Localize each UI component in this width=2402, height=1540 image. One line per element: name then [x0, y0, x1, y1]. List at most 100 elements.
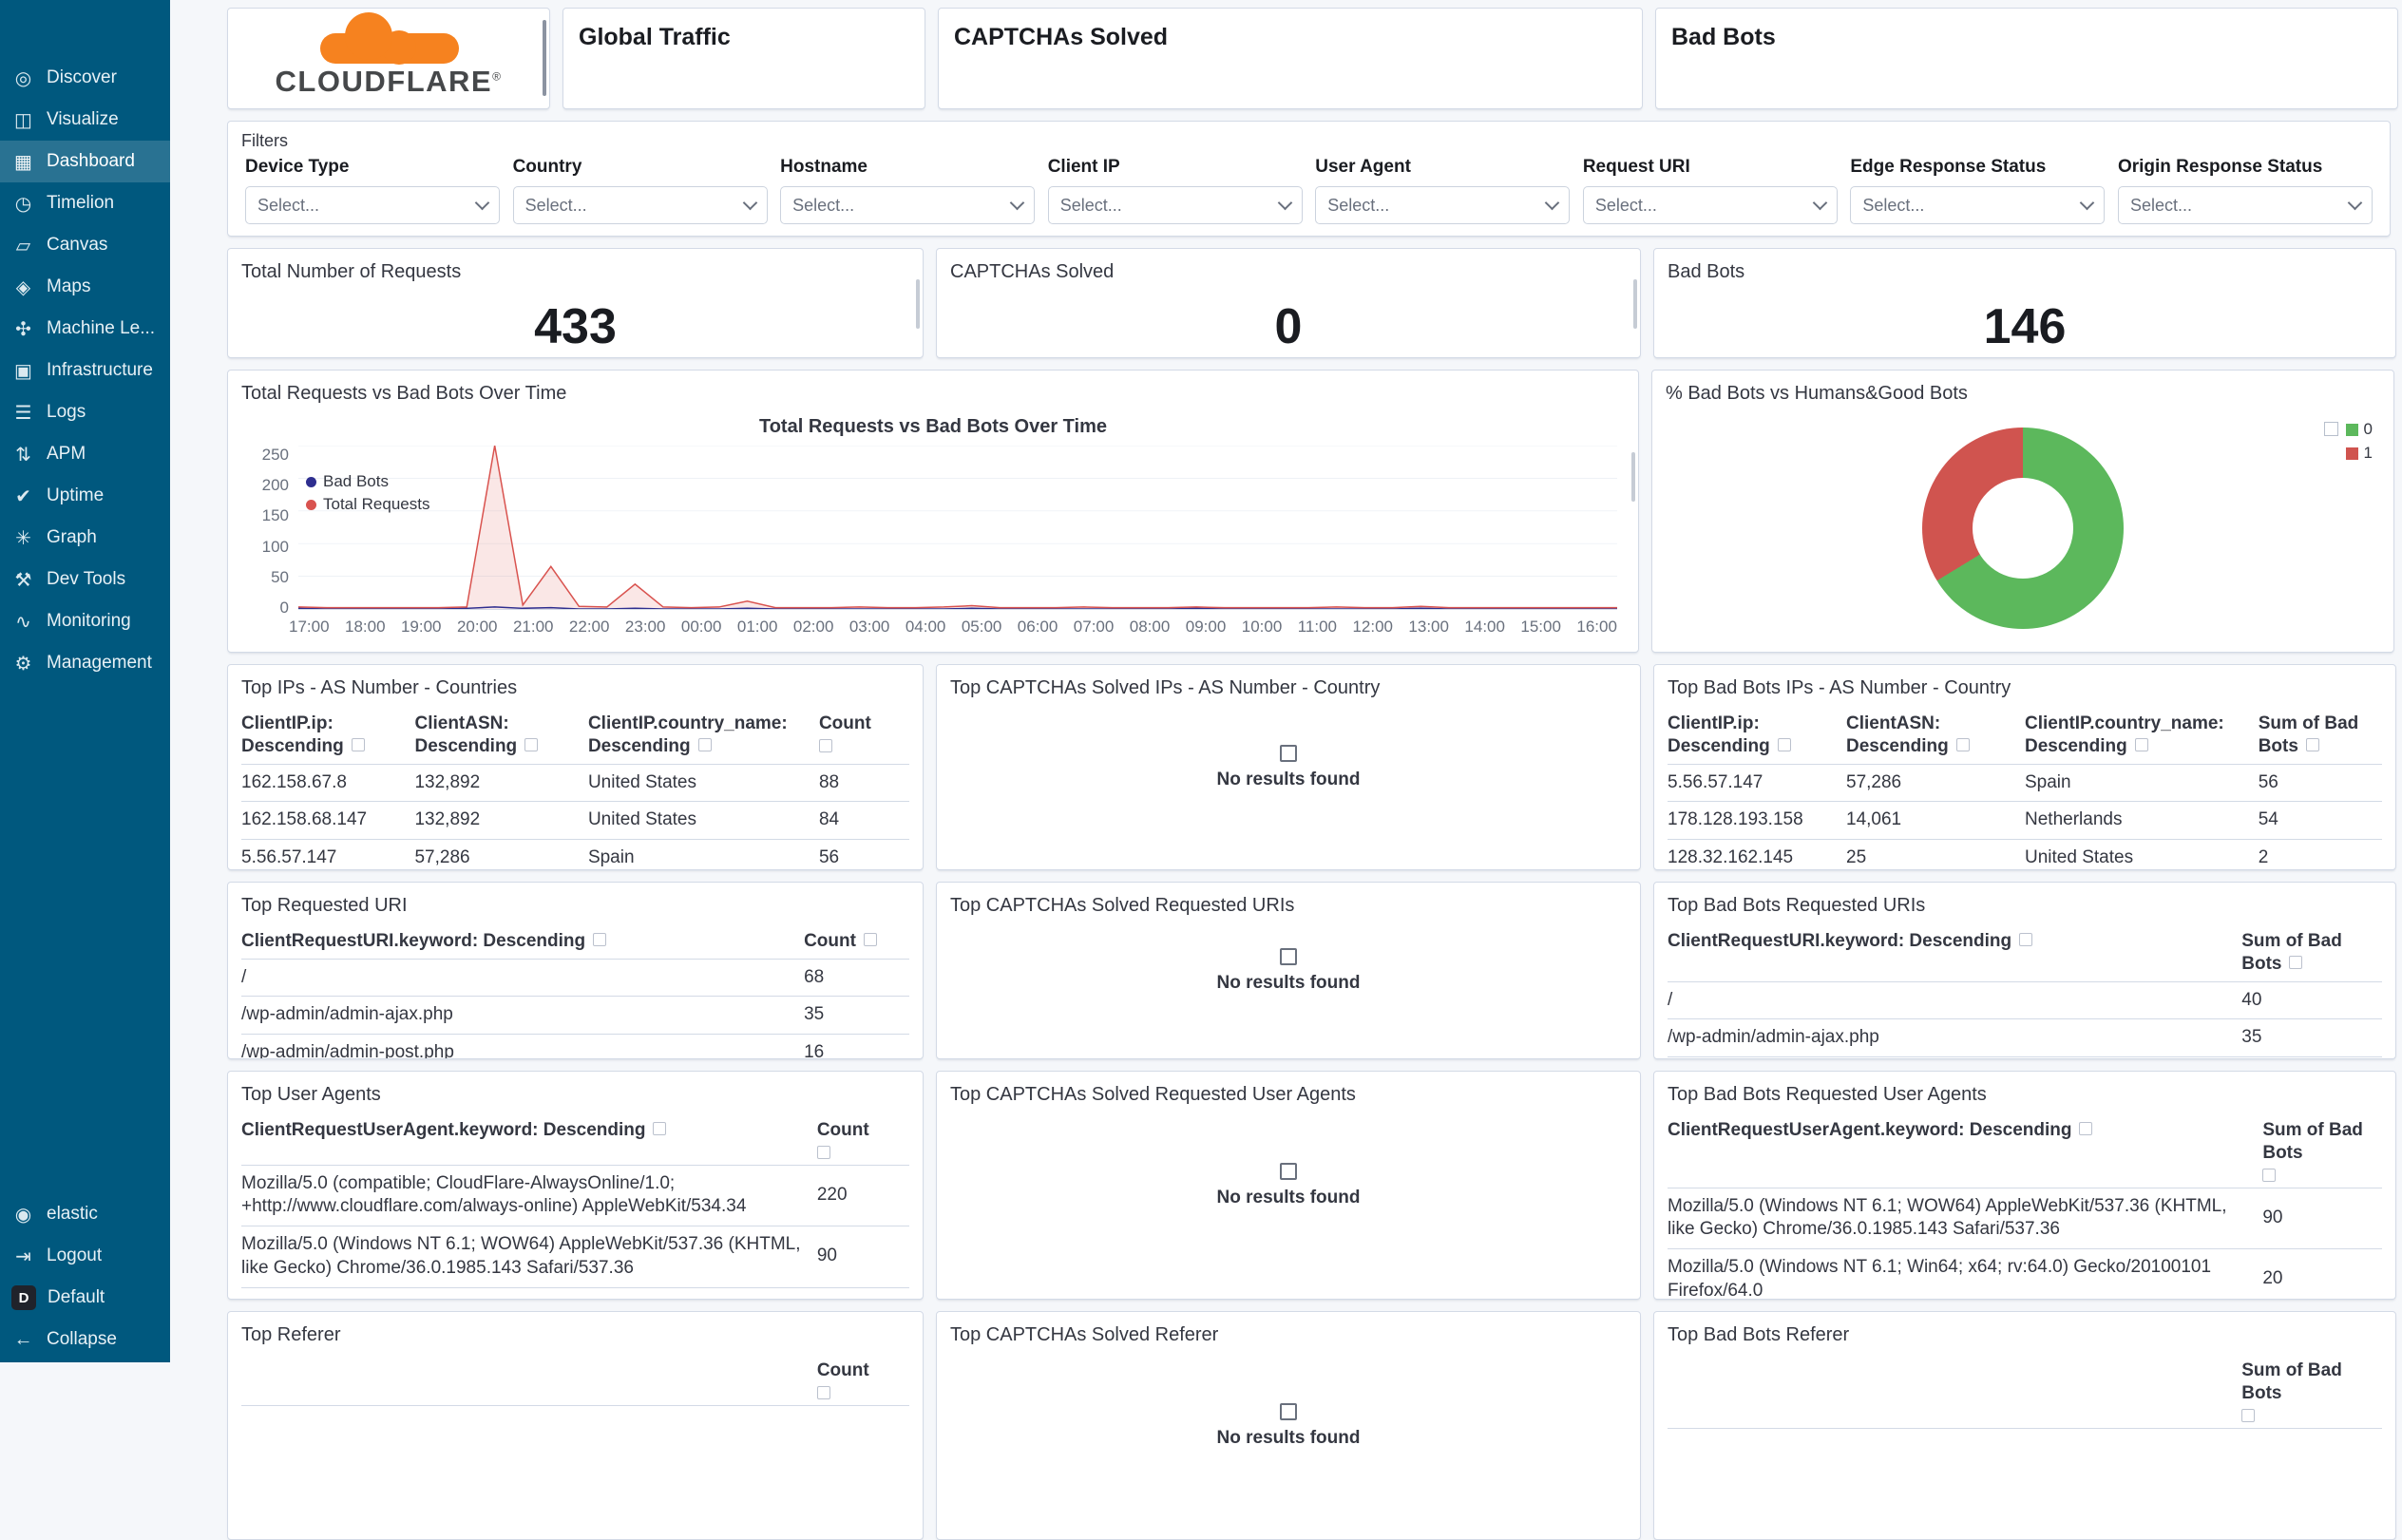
- filter-select[interactable]: Select...: [1047, 186, 1303, 224]
- filter-select[interactable]: Select...: [1315, 186, 1571, 224]
- legend-item[interactable]: 1: [2345, 444, 2373, 463]
- column-header[interactable]: ClientRequestUserAgent.keyword: Descendi…: [241, 1112, 817, 1166]
- filter-label: Country: [512, 157, 582, 177]
- filter-select[interactable]: Select...: [512, 186, 768, 224]
- panel-scrollbar[interactable]: [1631, 452, 1635, 502]
- legend-item[interactable]: Bad Bots: [306, 472, 429, 491]
- column-header[interactable]: Sum of Bad Bots: [2262, 1112, 2382, 1188]
- legend-item[interactable]: 0: [2345, 420, 2373, 439]
- sidebar-item[interactable]: ▱ Canvas: [0, 224, 170, 266]
- column-header[interactable]: [1668, 1352, 2242, 1429]
- column-header[interactable]: ClientIP.country_name: Descending: [2025, 705, 2259, 765]
- sidebar-item[interactable]: ⚒ Dev Tools: [0, 559, 170, 600]
- column-header[interactable]: Count: [818, 705, 909, 765]
- sidebar-item-label: Canvas: [47, 235, 108, 255]
- column-header[interactable]: ClientIP.country_name: Descending: [587, 705, 819, 765]
- sidebar-footer-item[interactable]: D Default: [0, 1277, 170, 1319]
- legend-item[interactable]: Total Requests: [306, 495, 429, 514]
- metric-title: Bad Bots: [1668, 261, 1745, 282]
- donut-ring[interactable]: [1922, 428, 2124, 629]
- sidebar-item[interactable]: ✔ Uptime: [0, 475, 170, 517]
- cell-uri: /wp-admin/admin-ajax.php: [1668, 1018, 2242, 1057]
- legend-toggle-icon[interactable]: [2323, 422, 2338, 436]
- column-header[interactable]: Count: [816, 1112, 909, 1166]
- column-header[interactable]: ClientRequestURI.keyword: Descending: [1668, 922, 2242, 982]
- sidebar-item[interactable]: ⚙ Management: [0, 642, 170, 684]
- sidebar-item[interactable]: ✣ Machine Le...: [0, 308, 170, 350]
- sidebar-item-icon: ✣: [15, 318, 31, 340]
- sidebar-item[interactable]: ◷ Timelion: [0, 182, 170, 224]
- column-header[interactable]: ClientASN: Descending: [1846, 705, 2025, 765]
- filter-select-value: Select...: [524, 195, 587, 215]
- sidebar-item[interactable]: ◫ Visualize: [0, 99, 170, 141]
- sort-icon: [2262, 1168, 2277, 1182]
- panel-scrollbar[interactable]: [543, 20, 546, 96]
- sidebar-item-icon: ⚒: [14, 569, 32, 591]
- filter-select[interactable]: Select...: [2117, 186, 2373, 224]
- filter-select[interactable]: Select...: [780, 186, 1036, 224]
- global-traffic-title: Global Traffic: [579, 24, 731, 50]
- header-label: Sum of Bad Bots: [2262, 1120, 2363, 1163]
- sidebar-item[interactable]: ⇅ APM: [0, 433, 170, 475]
- no-results-icon: [1280, 1162, 1297, 1180]
- sort-icon: [351, 737, 365, 751]
- column-header[interactable]: ClientRequestUserAgent.keyword: Descendi…: [1668, 1112, 2263, 1188]
- sidebar-footer-item[interactable]: ⇥ Logout: [0, 1235, 170, 1277]
- header-label: Count: [816, 1360, 869, 1380]
- badbot-referer-table: Sum of Bad Bots: [1668, 1352, 2382, 1429]
- captchas-title: CAPTCHAs Solved: [954, 24, 1169, 50]
- sidebar-item[interactable]: ☰ Logs: [0, 391, 170, 433]
- legend-swatch-icon: [2345, 447, 2358, 460]
- chart-legend: Bad Bots Total Requests: [306, 472, 429, 518]
- panel-badbot-uri: Top Bad Bots Requested URIs ClientReques…: [1653, 882, 2396, 1059]
- filter-select[interactable]: Select...: [1850, 186, 2106, 224]
- empty-state: No results found: [937, 1072, 1640, 1299]
- sort-icon: [816, 1385, 830, 1399]
- y-axis-label: 0: [279, 598, 289, 617]
- column-header[interactable]: Count: [804, 922, 909, 960]
- sidebar-footer-item[interactable]: ◉ elastic: [0, 1193, 170, 1235]
- plot-area[interactable]: Bad Bots Total Requests: [298, 446, 1617, 610]
- column-header[interactable]: ClientRequestURI.keyword: Descending: [241, 922, 805, 960]
- timeseries-svg[interactable]: [298, 446, 1617, 609]
- sort-icon: [2134, 737, 2148, 751]
- sidebar-item[interactable]: ◈ Maps: [0, 266, 170, 308]
- column-header[interactable]: ClientASN: Descending: [414, 705, 588, 765]
- cell-country: Spain: [2025, 764, 2259, 803]
- column-header[interactable]: [241, 1352, 817, 1406]
- cell-count: 16: [804, 1034, 909, 1058]
- empty-state: No results found: [937, 883, 1640, 1058]
- column-header[interactable]: Sum of Bad Bots: [2241, 922, 2382, 982]
- sort-icon: [1777, 737, 1791, 751]
- filters-row: Device Type Select... Country Select...: [228, 151, 2390, 224]
- sidebar-item[interactable]: ∿ Monitoring: [0, 600, 170, 642]
- sort-icon: [2241, 1408, 2256, 1422]
- sidebar-item-label: Infrastructure: [47, 360, 153, 380]
- panel-global-traffic-header: Global Traffic: [562, 8, 925, 109]
- sidebar-item[interactable]: ✳ Graph: [0, 517, 170, 559]
- panel-scrollbar[interactable]: [1633, 279, 1637, 329]
- cell-user-agent: Mozilla/5.0 (Windows NT 6.1; Win64; x64;…: [1668, 1248, 2263, 1299]
- sidebar-item[interactable]: ▦ Dashboard: [0, 141, 170, 182]
- panel-top-ips: Top IPs - AS Number - Countries ClientIP…: [227, 664, 924, 870]
- column-header[interactable]: ClientIP.ip: Descending: [241, 705, 415, 765]
- filter-control: Country Select...: [512, 153, 768, 224]
- y-axis-label: 250: [261, 446, 289, 464]
- total-requests-area: [298, 446, 1617, 609]
- column-header[interactable]: Count: [816, 1352, 909, 1406]
- panel-title: Top User Agents: [241, 1084, 381, 1105]
- sidebar-footer-item[interactable]: ← Collapse: [0, 1319, 170, 1360]
- column-header[interactable]: ClientIP.ip: Descending: [1668, 705, 1846, 765]
- column-header[interactable]: Sum of Bad Bots: [2241, 1352, 2382, 1429]
- sidebar-item-icon: ⚙: [14, 653, 32, 675]
- filter-select[interactable]: Select...: [1582, 186, 1838, 224]
- cell-sum: 54: [2258, 801, 2382, 840]
- cell-sum: 16: [2241, 1056, 2382, 1058]
- sidebar-item[interactable]: ▣ Infrastructure: [0, 350, 170, 391]
- registered-mark: ®: [492, 69, 503, 84]
- panel-scrollbar[interactable]: [916, 279, 920, 329]
- sidebar-item[interactable]: ◎ Discover: [0, 57, 170, 99]
- filter-select[interactable]: Select...: [245, 186, 500, 224]
- column-header[interactable]: Sum of Bad Bots: [2258, 705, 2382, 765]
- cell-count: 84: [818, 801, 909, 840]
